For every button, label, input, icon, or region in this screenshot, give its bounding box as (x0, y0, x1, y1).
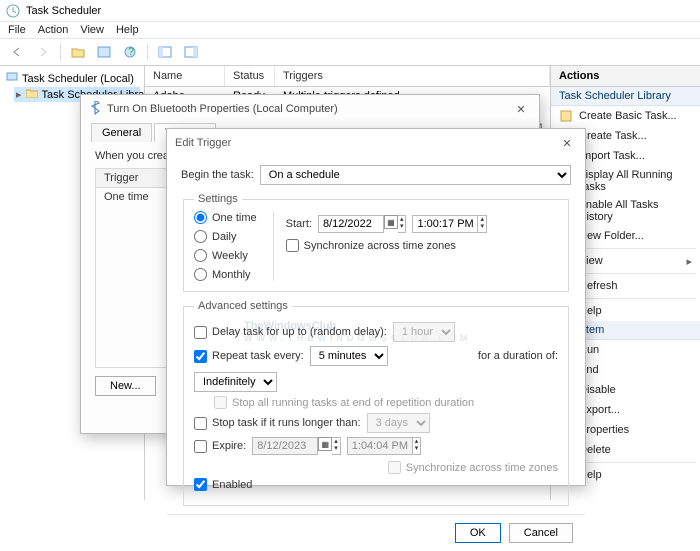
new-trigger-button[interactable]: New... (95, 376, 156, 396)
radio-daily[interactable]: Daily (194, 230, 257, 243)
clock-icon (6, 4, 20, 18)
col-status[interactable]: Status (225, 66, 275, 86)
forward-button[interactable] (32, 42, 54, 62)
enabled-checkbox[interactable]: Enabled (194, 478, 252, 491)
close-icon[interactable]: ✕ (557, 133, 577, 153)
sync-tz-checkbox[interactable]: Synchronize across time zones (286, 239, 456, 252)
tree-root-label: Task Scheduler (Local) (22, 73, 134, 85)
expire-checkbox[interactable]: Expire: (194, 440, 246, 453)
expire-time-field: ▴▾ (347, 437, 422, 455)
back-button[interactable] (6, 42, 28, 62)
duration-label: for a duration of: (478, 350, 558, 362)
folder-icon[interactable] (67, 42, 89, 62)
bluetooth-icon (89, 101, 101, 118)
action-create-basic[interactable]: Create Basic Task... (551, 106, 700, 126)
edit-trigger-dialog: Edit Trigger ✕ Begin the task: On a sche… (166, 128, 586, 486)
app-titlebar: Task Scheduler (0, 0, 700, 22)
settings-fieldset: Settings One time Daily Weekly Monthly S… (183, 193, 569, 292)
panel1-icon[interactable] (93, 42, 115, 62)
menubar: File Action View Help (0, 22, 700, 39)
expire-date-field: ▦▴▾ (252, 437, 341, 455)
settings-legend: Settings (194, 193, 242, 205)
duration-select[interactable]: Indefinitely (194, 372, 277, 392)
actions-header: Actions (551, 66, 700, 87)
radio-monthly[interactable]: Monthly (194, 268, 257, 281)
menu-help[interactable]: Help (116, 24, 139, 36)
edit-trigger-title: Edit Trigger (175, 137, 231, 149)
menu-action[interactable]: Action (38, 24, 69, 36)
begin-task-select[interactable]: On a schedule (260, 165, 571, 185)
menu-file[interactable]: File (8, 24, 26, 36)
delay-checkbox[interactable]: Delay task for up to (random delay): (194, 326, 387, 339)
computer-icon (6, 71, 18, 86)
begin-task-label: Begin the task: (181, 169, 254, 181)
sync-tz2-checkbox: Synchronize across time zones (388, 461, 558, 474)
radio-one-time[interactable]: One time (194, 211, 257, 224)
actions-section-library: Task Scheduler Library (551, 87, 700, 106)
col-triggers[interactable]: Triggers (275, 66, 550, 86)
calendar-icon[interactable]: ▦ (384, 215, 398, 229)
stop-longer-checkbox[interactable]: Stop task if it runs longer than: (194, 417, 361, 430)
repeat-checkbox[interactable]: Repeat task every: (194, 350, 304, 363)
app-title: Task Scheduler (26, 5, 101, 17)
toolbar: ? (0, 39, 700, 66)
radio-weekly[interactable]: Weekly (194, 249, 257, 262)
task-basic-icon (559, 109, 573, 123)
col-name[interactable]: Name (145, 66, 225, 86)
properties-title: Turn On Bluetooth Properties (Local Comp… (107, 103, 338, 115)
tab-general[interactable]: General (91, 123, 152, 142)
svg-text:?: ? (128, 46, 134, 58)
task-list-header: Name Status Triggers (145, 66, 550, 87)
calendar-icon: ▦ (318, 437, 332, 451)
help-icon[interactable]: ? (119, 42, 141, 62)
start-time-field[interactable]: ▴▾ (412, 215, 487, 233)
repeat-select[interactable]: 5 minutes (310, 346, 388, 366)
start-date-field[interactable]: ▦▴▾ (318, 215, 407, 233)
tree-root[interactable]: Task Scheduler (Local) (4, 70, 140, 87)
delay-select: 1 hour (393, 322, 455, 342)
chevron-right-icon: ▸ (686, 255, 692, 268)
ok-button[interactable]: OK (455, 523, 501, 543)
menu-view[interactable]: View (80, 24, 104, 36)
folder-icon (26, 88, 38, 101)
panel2-icon[interactable] (154, 42, 176, 62)
advanced-legend: Advanced settings (194, 300, 292, 312)
advanced-fieldset: Advanced settings Delay task for up to (… (183, 300, 569, 506)
stop-all-checkbox: Stop all running tasks at end of repetit… (214, 396, 474, 409)
stop-longer-select: 3 days (367, 413, 430, 433)
close-icon[interactable]: ✕ (511, 99, 531, 119)
start-label: Start: (286, 218, 312, 230)
panel3-icon[interactable] (180, 42, 202, 62)
cancel-button[interactable]: Cancel (509, 523, 573, 543)
expand-icon[interactable]: ▸ (16, 88, 22, 101)
